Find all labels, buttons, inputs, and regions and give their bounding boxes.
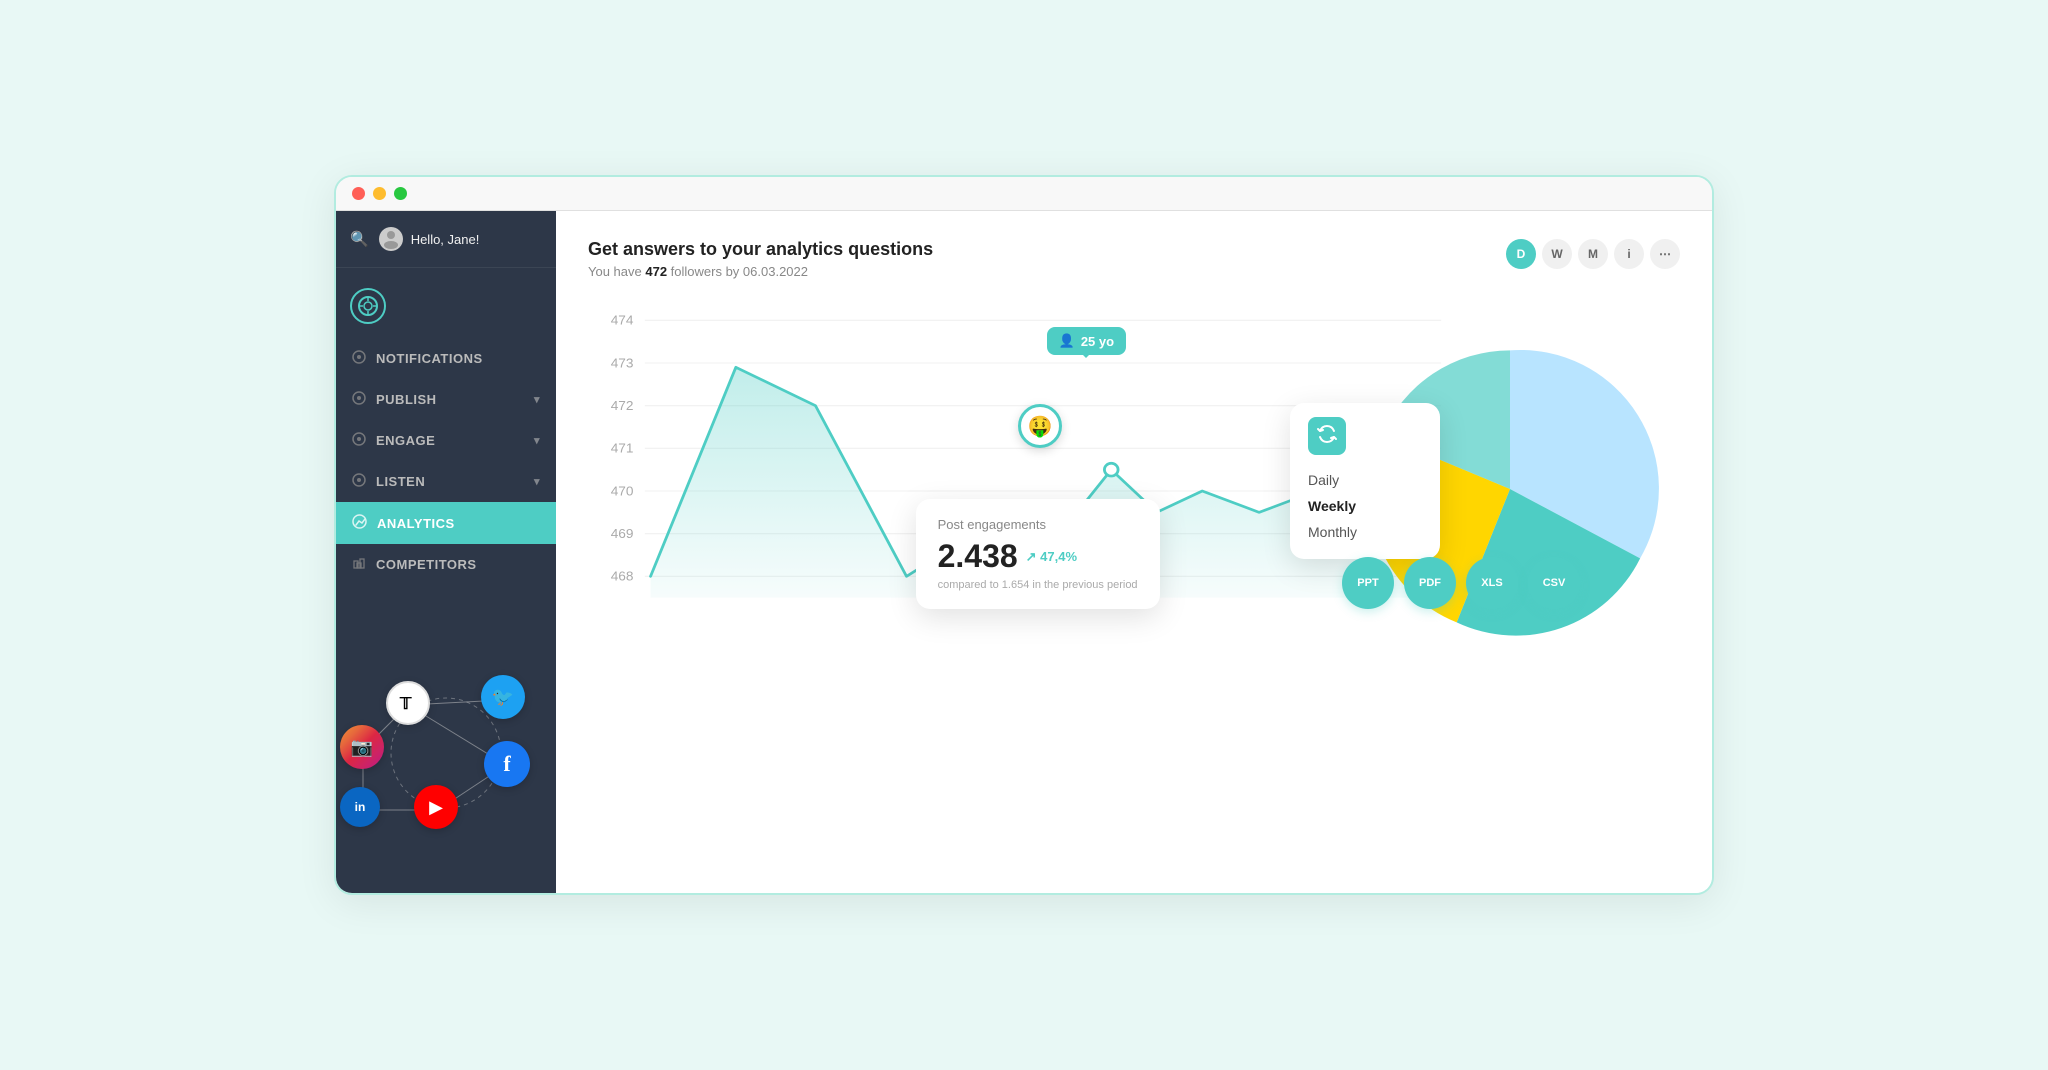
engagement-card: Post engagements 2.438 ↗ 47,4% compared … [916,499,1160,609]
chevron-down-icon-listen: ▾ [534,475,540,488]
sidebar-item-listen[interactable]: LISTEN ▾ [336,461,556,502]
chart-area: 474 473 472 471 470 469 468 [588,299,1680,619]
sidebar-item-label-listen: LISTEN [376,474,425,489]
export-btn-xls[interactable]: XLS [1466,557,1518,609]
brand-area [336,268,556,334]
export-btn-pdf[interactable]: PDF [1404,557,1456,609]
tooltip-age-value: 25 yo [1081,334,1114,349]
sidebar-item-label-notifications: NOTIFICATIONS [376,351,483,366]
period-btn-w[interactable]: W [1542,239,1572,269]
social-node-tiktok[interactable]: 𝕋 [386,681,430,725]
sidebar-item-label-analytics: ANALYTICS [377,516,455,531]
sidebar-item-publish[interactable]: PUBLISH ▾ [336,379,556,420]
period-btn-d[interactable]: D [1506,239,1536,269]
svg-text:468: 468 [611,569,634,584]
followers-count: 472 [645,264,667,279]
engagement-value: 2.438 ↗ 47,4% [938,538,1138,575]
chevron-down-icon-engage: ▾ [534,434,540,447]
age-tooltip: 👤 25 yo [1047,327,1126,355]
sidebar-header: 🔍 Hello, Jane! [336,211,556,268]
subtitle-suffix: followers by 06.03.2022 [667,264,808,279]
browser-window: 🔍 Hello, Jane! [334,175,1714,895]
svg-text:473: 473 [611,356,634,371]
frequency-item-monthly[interactable]: Monthly [1308,519,1416,545]
svg-text:469: 469 [611,526,634,541]
user-name: Hello, Jane! [411,232,480,247]
sidebar: 🔍 Hello, Jane! [336,211,556,893]
sidebar-item-notifications[interactable]: NOTIFICATIONS [336,338,556,379]
chart-marker: 🤑 [1018,404,1062,448]
engagement-change: ↗ 47,4% [1026,549,1077,565]
analytics-icon [352,514,367,532]
social-node-youtube[interactable]: ▶ [414,785,458,829]
engage-icon [352,432,366,449]
export-btn-csv[interactable]: CSV [1528,557,1580,609]
social-node-twitter[interactable]: 🐦 [481,675,525,719]
user-greeting-area: Hello, Jane! [379,227,480,251]
sidebar-item-label-publish: PUBLISH [376,392,437,407]
period-btn-more[interactable]: ⋯ [1650,239,1680,269]
sidebar-nav: NOTIFICATIONS PUBLISH ▾ [336,334,556,663]
search-icon[interactable]: 🔍 [350,230,369,248]
chevron-down-icon: ▾ [534,393,540,406]
sidebar-item-competitors[interactable]: COMPETITORS [336,544,556,585]
svg-text:470: 470 [611,484,634,499]
sidebar-item-label-competitors: COMPETITORS [376,557,477,572]
tooltip-person-icon: 👤 [1059,333,1075,349]
browser-dot-red [352,187,365,200]
sidebar-item-engage[interactable]: ENGAGE ▾ [336,420,556,461]
social-network-area: 𝕋 🐦 📷 f in ▶ [336,663,556,893]
browser-dot-yellow [373,187,386,200]
engagement-compare: compared to 1.654 in the previous period [938,579,1138,591]
brand-icon [350,288,386,324]
period-btn-m[interactable]: M [1578,239,1608,269]
browser-dot-green [394,187,407,200]
export-buttons: PPT PDF XLS CSV [1342,557,1580,609]
browser-body: 🔍 Hello, Jane! [336,211,1712,893]
notifications-icon [352,350,366,367]
avatar [379,227,403,251]
export-btn-ppt[interactable]: PPT [1342,557,1394,609]
social-node-linkedin[interactable]: in [340,787,380,827]
svg-text:472: 472 [611,398,634,413]
engagement-number: 2.438 [938,538,1018,575]
social-node-facebook[interactable]: f [484,741,530,787]
sidebar-item-label-engage: ENGAGE [376,433,435,448]
main-content: Get answers to your analytics questions … [556,211,1712,893]
period-btn-i[interactable]: i [1614,239,1644,269]
frequency-header-icon [1308,417,1346,455]
engagement-label: Post engagements [938,517,1138,532]
browser-titlebar [336,177,1712,211]
frequency-item-daily[interactable]: Daily [1308,467,1416,493]
competitors-icon [352,556,366,573]
sidebar-item-analytics[interactable]: ANALYTICS [336,502,556,544]
frequency-card: Daily Weekly Monthly [1290,403,1440,559]
frequency-item-weekly[interactable]: Weekly [1308,493,1416,519]
svg-text:474: 474 [611,313,634,328]
listen-icon [352,473,366,490]
refresh-icon [1316,423,1338,450]
period-controls: D W M i ⋯ [1506,239,1680,269]
social-node-instagram[interactable]: 📷 [340,725,384,769]
publish-icon [352,391,366,408]
chart-marker-emoji: 🤑 [1028,414,1053,439]
svg-text:471: 471 [611,441,634,456]
svg-text:𝕋: 𝕋 [399,696,412,713]
subtitle-prefix: You have [588,264,645,279]
